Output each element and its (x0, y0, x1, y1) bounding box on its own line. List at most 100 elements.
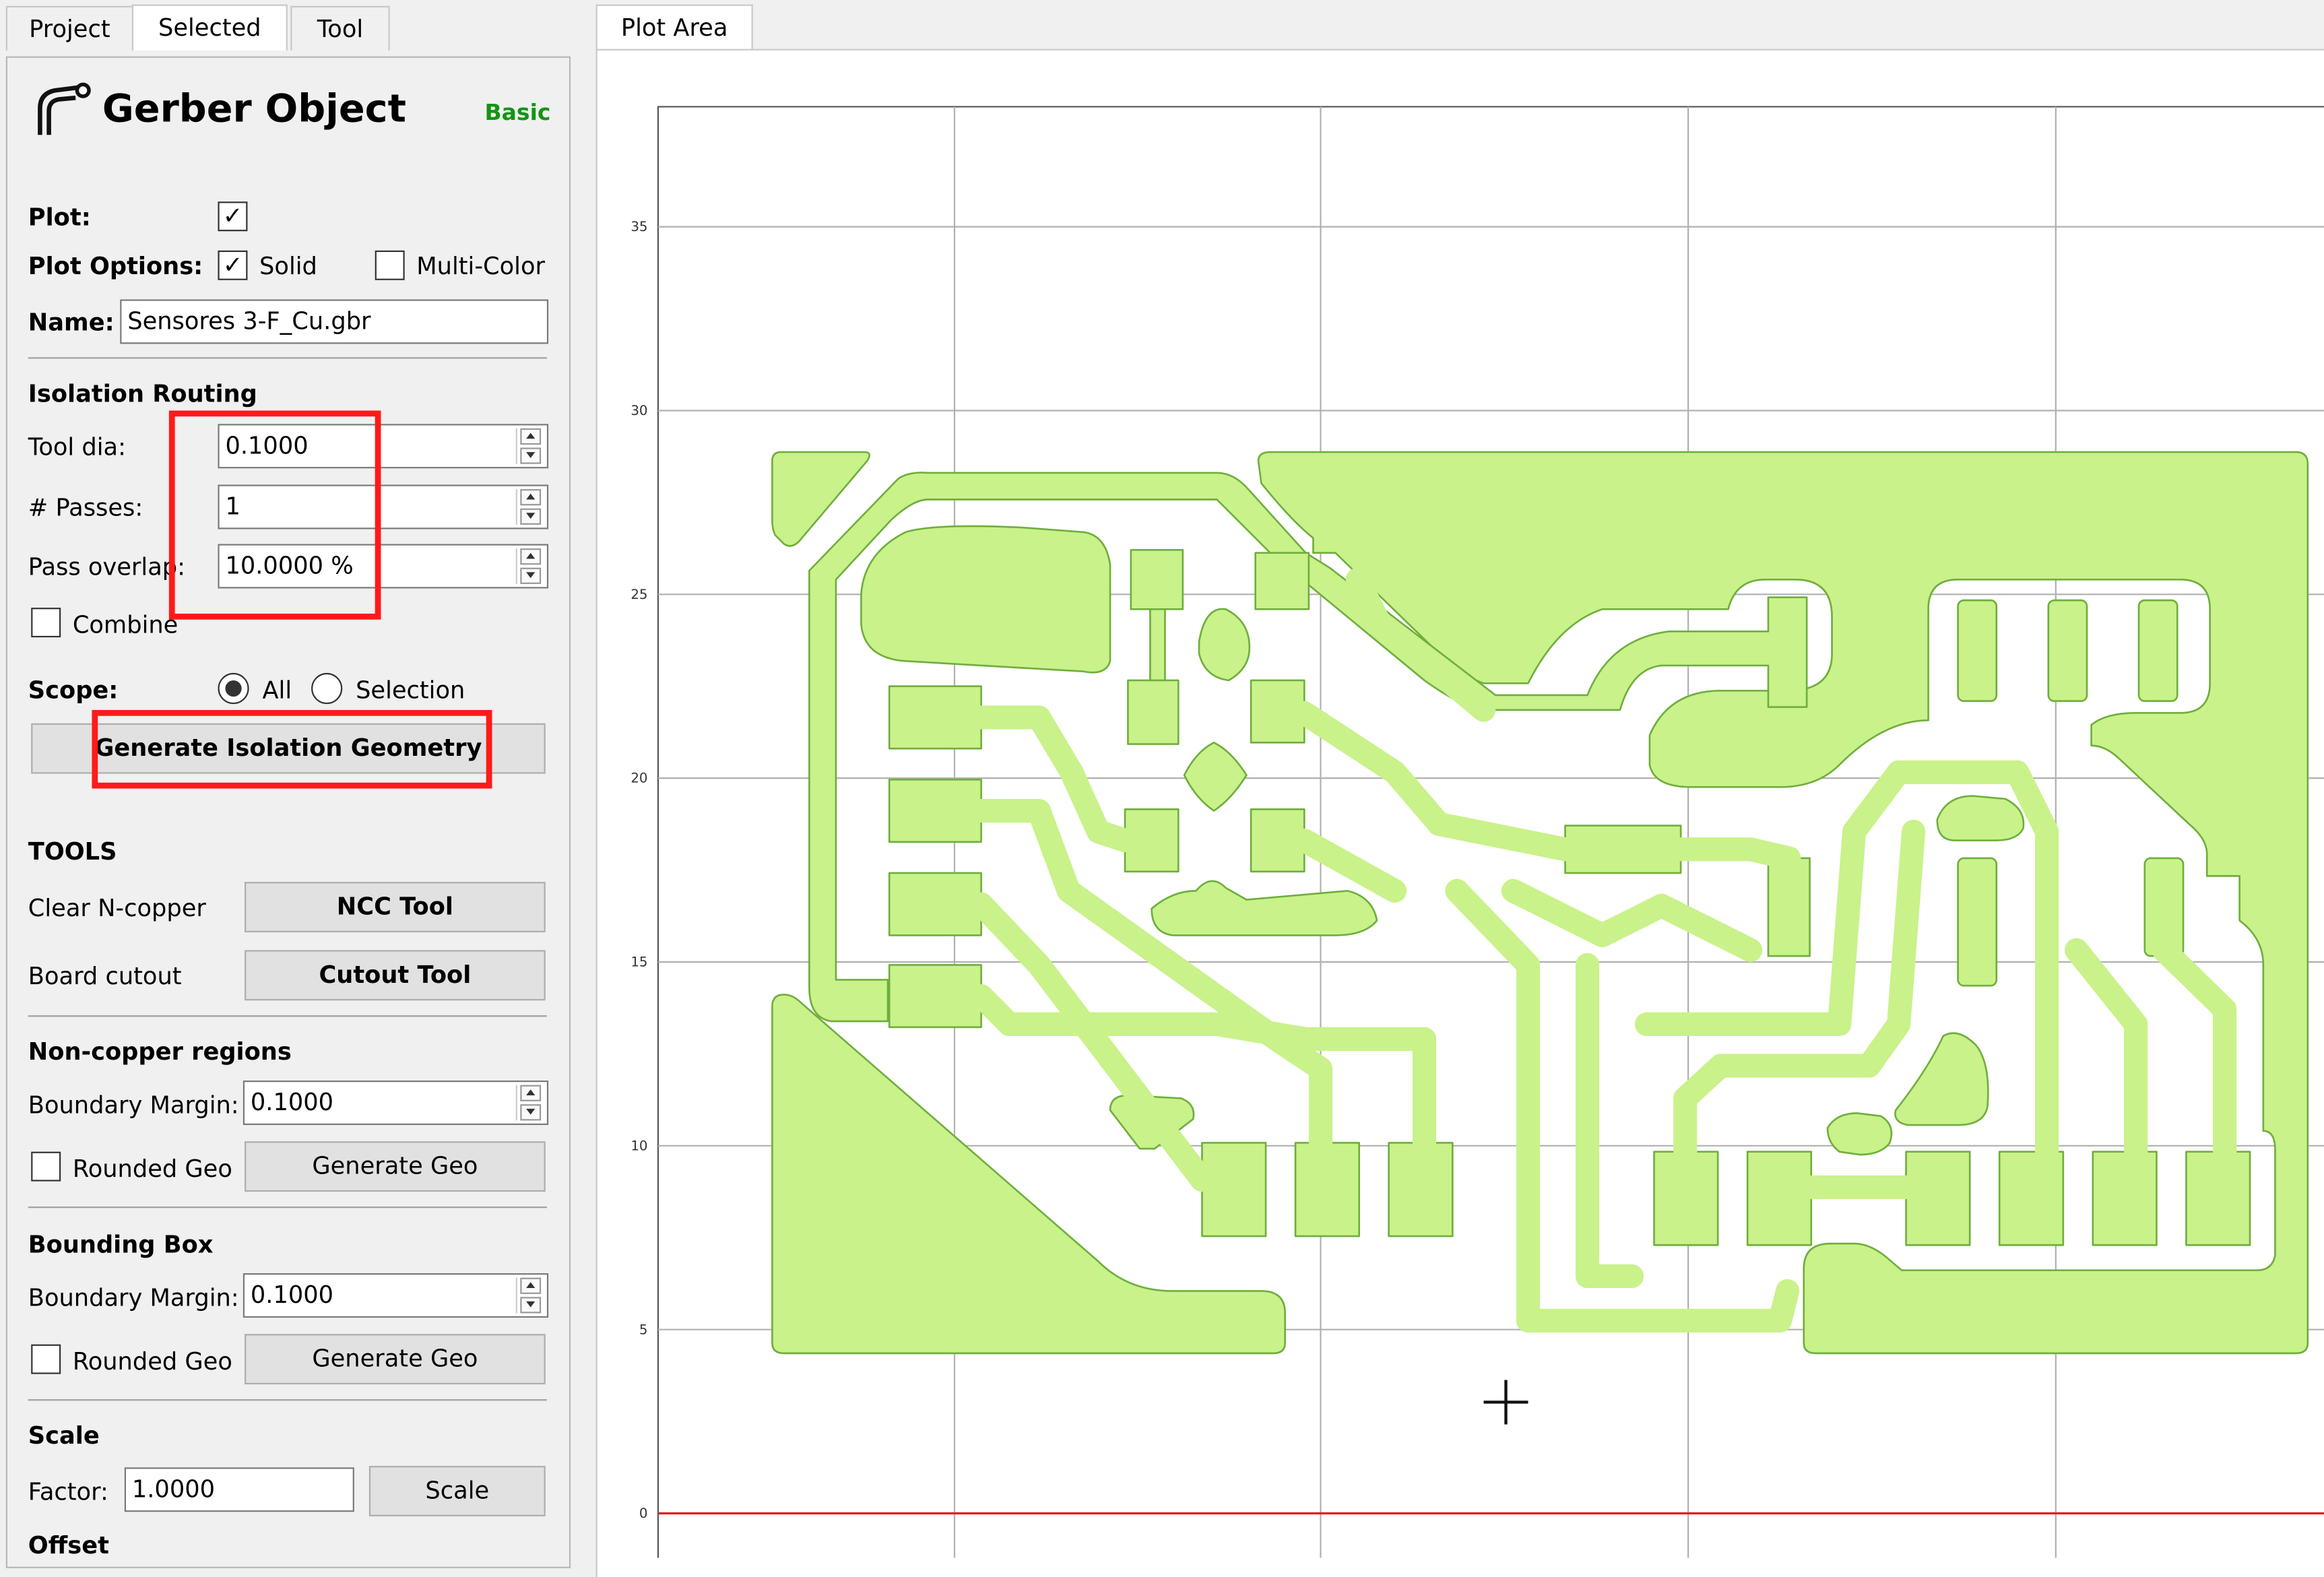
bb-margin-label: Boundary Margin: (28, 1283, 239, 1312)
factor-field[interactable]: 1.0000 (124, 1467, 354, 1512)
copper-trace (1292, 701, 1578, 862)
name-label: Name: (28, 308, 115, 337)
y-tick-label: 35 (631, 219, 647, 234)
scale-heading: Scale (28, 1421, 100, 1450)
bb-rounded-label: Rounded Geo (72, 1347, 232, 1376)
offset-heading: Offset (28, 1531, 109, 1559)
nc-margin-stepper[interactable] (515, 1085, 544, 1121)
y-tick-label: 20 (631, 771, 647, 786)
passes-stepper[interactable] (515, 489, 544, 525)
divider (28, 1399, 547, 1401)
cutout-tool-button[interactable]: Cutout Tool (245, 950, 546, 1001)
copper-pad (1957, 857, 1998, 987)
copper-pad (1564, 825, 1682, 874)
check-icon: ✓ (222, 201, 243, 230)
pcb-plot[interactable]: 35 30 25 20 15 10 5 0 (598, 51, 2324, 1562)
highlight-box (168, 410, 381, 620)
y-tick-label: 15 (631, 955, 647, 970)
plot-label: Plot: (28, 203, 91, 232)
spin-up-icon[interactable] (520, 1277, 542, 1294)
mode-badge[interactable]: Basic (484, 99, 550, 126)
multicolor-label: Multi-Color (416, 252, 545, 280)
overlap-label: Pass overlap: (28, 552, 185, 581)
bounding-box-heading: Bounding Box (28, 1230, 214, 1259)
bb-margin-stepper[interactable] (515, 1277, 544, 1314)
scope-all-radio[interactable] (218, 672, 249, 705)
divider (28, 357, 547, 359)
spin-up-icon[interactable] (520, 489, 542, 506)
tool-dia-stepper[interactable] (515, 428, 544, 464)
copper-pad (888, 872, 982, 936)
tab-plot-area[interactable]: Plot Area (595, 4, 753, 51)
y-tick-label: 5 (639, 1322, 648, 1337)
crosshair-cursor-icon (1483, 1380, 1528, 1425)
scale-button[interactable]: Scale (368, 1466, 546, 1516)
nc-generate-geo-button[interactable]: Generate Geo (245, 1141, 546, 1192)
spin-down-icon[interactable] (520, 508, 542, 525)
spin-down-icon[interactable] (520, 1104, 542, 1121)
copper-pad (1254, 552, 1310, 610)
divider (28, 1015, 547, 1017)
highlight-box (92, 709, 492, 789)
spin-down-icon[interactable] (520, 447, 542, 464)
copper-blob (1183, 742, 1248, 812)
plot-checkbox[interactable]: ✓ (218, 201, 248, 232)
overlap-stepper[interactable] (515, 548, 544, 584)
copper-pad (1746, 1151, 1813, 1246)
copper-trace (1501, 878, 1763, 962)
copper-trace (2065, 938, 2148, 1170)
copper-trace (1575, 953, 1644, 1289)
copper-trace (1669, 837, 1801, 870)
y-tick-label: 30 (631, 403, 647, 418)
name-field[interactable]: Sensores 3-F_Cu.gbr (120, 299, 549, 344)
bb-margin-value: 0.1000 (250, 1281, 334, 1309)
combine-checkbox[interactable] (31, 608, 61, 638)
copper-trace (1292, 828, 1407, 903)
bb-generate-geo-button[interactable]: Generate Geo (245, 1334, 546, 1385)
scope-selection-radio[interactable] (311, 672, 343, 705)
copper-pad (2137, 599, 2178, 703)
nc-margin-field[interactable]: 0.1000 (243, 1081, 549, 1126)
nc-rounded-checkbox[interactable] (31, 1151, 61, 1182)
copper-pad (1201, 1142, 1267, 1237)
copper-blob (1894, 1032, 1989, 1126)
copper-pad (888, 685, 982, 750)
copper-pad (2092, 1151, 2158, 1246)
isolation-heading: Isolation Routing (28, 379, 257, 408)
board-cutout-label: Board cutout (28, 961, 182, 990)
spin-down-icon[interactable] (520, 567, 542, 584)
spin-up-icon[interactable] (520, 548, 542, 565)
solid-label: Solid (259, 252, 317, 280)
app-window: Project Selected Tool Gerber Object Basi… (0, 0, 2324, 1577)
y-tick-label: 10 (631, 1138, 647, 1153)
bb-rounded-checkbox[interactable] (31, 1344, 61, 1374)
copper-blob (1151, 880, 1378, 936)
nc-margin-label: Boundary Margin: (28, 1091, 239, 1120)
copper-pad (2047, 599, 2088, 703)
spin-up-icon[interactable] (520, 1085, 542, 1101)
passes-label: # Passes: (28, 493, 143, 522)
copper-blob (1198, 608, 1251, 682)
spin-down-icon[interactable] (520, 1297, 542, 1314)
tab-selected[interactable]: Selected (131, 4, 288, 51)
bb-margin-field[interactable]: 0.1000 (243, 1273, 549, 1318)
y-tick-label: 25 (631, 587, 647, 602)
solid-checkbox[interactable]: ✓ (218, 250, 248, 280)
plot-canvas[interactable]: 35 30 25 20 15 10 5 0 (595, 49, 2324, 1577)
copper-trace (2152, 938, 2237, 1170)
spin-up-icon[interactable] (520, 428, 542, 445)
copper-pad (888, 779, 982, 843)
copper-pad (1957, 599, 1998, 703)
nc-rounded-label: Rounded Geo (72, 1155, 232, 1183)
nc-margin-value: 0.1000 (250, 1088, 334, 1116)
factor-label: Factor: (28, 1477, 108, 1506)
copper-pad (1127, 679, 1180, 745)
plot-options-label: Plot Options: (28, 252, 203, 280)
check-icon: ✓ (222, 250, 243, 279)
copper-layer (771, 451, 2309, 1355)
tab-tool[interactable]: Tool (290, 5, 390, 51)
tab-project[interactable]: Project (5, 5, 134, 51)
multicolor-checkbox[interactable] (375, 250, 405, 280)
non-copper-heading: Non-copper regions (28, 1037, 292, 1066)
ncc-tool-button[interactable]: NCC Tool (245, 882, 546, 932)
